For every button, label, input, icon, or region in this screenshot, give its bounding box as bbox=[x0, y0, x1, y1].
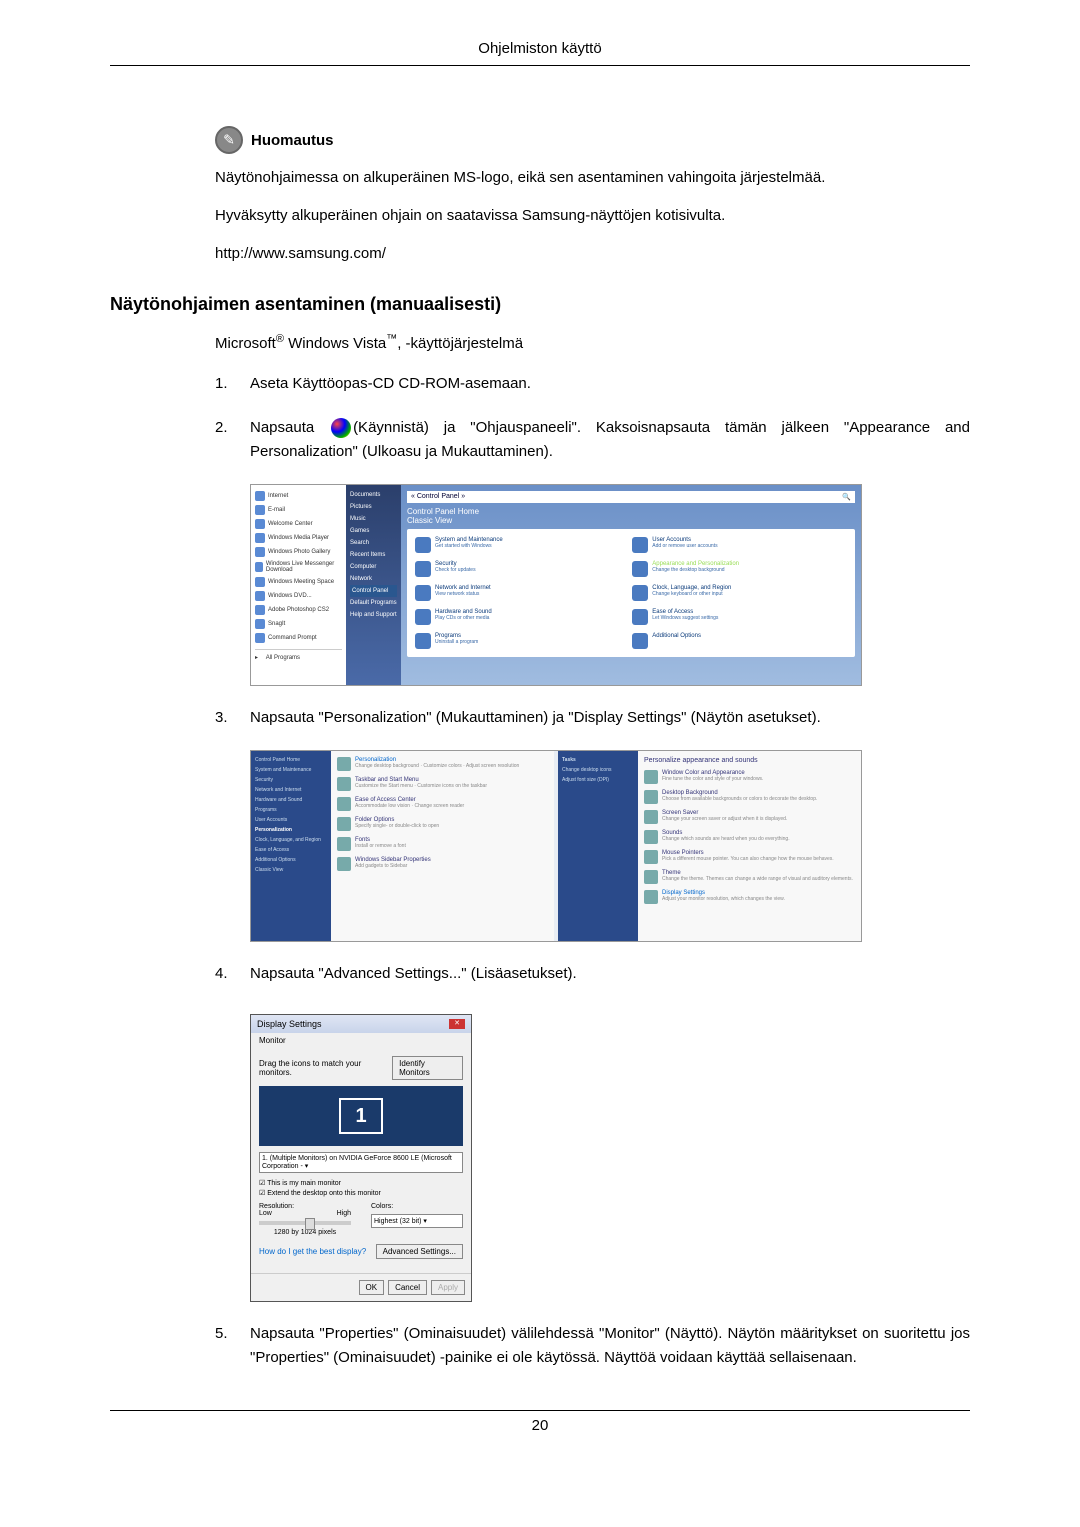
monitor-1-icon[interactable]: 1 bbox=[339, 1098, 383, 1134]
resolution-slider[interactable] bbox=[259, 1221, 351, 1225]
colors-select[interactable]: Highest (32 bit) ▾ bbox=[371, 1214, 463, 1228]
drag-instruction: Drag the icons to match your monitors. bbox=[259, 1059, 392, 1077]
note-heading: Huomautus bbox=[251, 132, 334, 149]
screenshot-control-panel: Internet E-mail Welcome Center Windows M… bbox=[250, 484, 862, 686]
start-menu: Internet E-mail Welcome Center Windows M… bbox=[251, 485, 401, 685]
colors-label: Colors: bbox=[371, 1203, 463, 1210]
step-3: 3. Napsauta "Personalization" (Mukauttam… bbox=[215, 706, 970, 730]
note-block: Huomautus Näytönohjaimessa on alkuperäin… bbox=[215, 126, 970, 266]
dialog-title: Display Settings bbox=[257, 1019, 322, 1029]
identify-monitors-button[interactable]: Identify Monitors bbox=[392, 1056, 463, 1080]
best-display-link[interactable]: How do I get the best display? bbox=[259, 1247, 366, 1256]
start-button-icon bbox=[331, 418, 351, 438]
advanced-settings-button[interactable]: Advanced Settings... bbox=[376, 1244, 463, 1259]
page-header: Ohjelmiston käyttö bbox=[110, 40, 970, 66]
extend-desktop-checkbox[interactable]: ☑ Extend the desktop onto this monitor bbox=[259, 1189, 463, 1197]
cancel-button[interactable]: Cancel bbox=[388, 1280, 427, 1295]
screenshot-display-settings: Display Settings ✕ Monitor Drag the icon… bbox=[250, 1014, 472, 1302]
step-2: 2. Napsauta (Käynnistä) ja "Ohjauspaneel… bbox=[215, 416, 970, 464]
note-icon bbox=[215, 126, 243, 154]
control-panel-window: « Control Panel »🔍 Control Panel HomeCla… bbox=[401, 485, 861, 685]
note-paragraph-1: Näytönohjaimessa on alkuperäinen MS-logo… bbox=[215, 166, 970, 190]
main-monitor-checkbox[interactable]: ☑ This is my main monitor bbox=[259, 1179, 463, 1187]
step-list: 1. Aseta Käyttöopas-CD CD-ROM-asemaan. 2… bbox=[215, 372, 970, 464]
ok-button[interactable]: OK bbox=[359, 1280, 385, 1295]
section-heading: Näytönohjaimen asentaminen (manuaalisest… bbox=[110, 294, 970, 315]
resolution-label: Resolution: bbox=[259, 1203, 351, 1210]
step-4: 4. Napsauta "Advanced Settings..." (Lisä… bbox=[215, 962, 970, 986]
monitor-preview[interactable]: 1 bbox=[259, 1086, 463, 1146]
os-intro: Microsoft® Windows Vista™, -käyttöjärjes… bbox=[215, 333, 970, 352]
monitor-select[interactable]: 1. (Multiple Monitors) on NVIDIA GeForce… bbox=[259, 1152, 463, 1173]
monitor-tab[interactable]: Monitor bbox=[251, 1033, 471, 1048]
step-1: 1. Aseta Käyttöopas-CD CD-ROM-asemaan. bbox=[215, 372, 970, 396]
step-5: 5. Napsauta "Properties" (Ominaisuudet) … bbox=[215, 1322, 970, 1370]
close-icon[interactable]: ✕ bbox=[449, 1019, 465, 1029]
note-url: http://www.samsung.com/ bbox=[215, 242, 970, 266]
page-number: 20 bbox=[110, 1410, 970, 1434]
screenshot-personalization: Control Panel Home System and Maintenanc… bbox=[250, 750, 862, 942]
note-paragraph-2: Hyväksytty alkuperäinen ohjain on saatav… bbox=[215, 204, 970, 228]
apply-button: Apply bbox=[431, 1280, 465, 1295]
resolution-value: 1280 by 1024 pixels bbox=[259, 1229, 351, 1236]
